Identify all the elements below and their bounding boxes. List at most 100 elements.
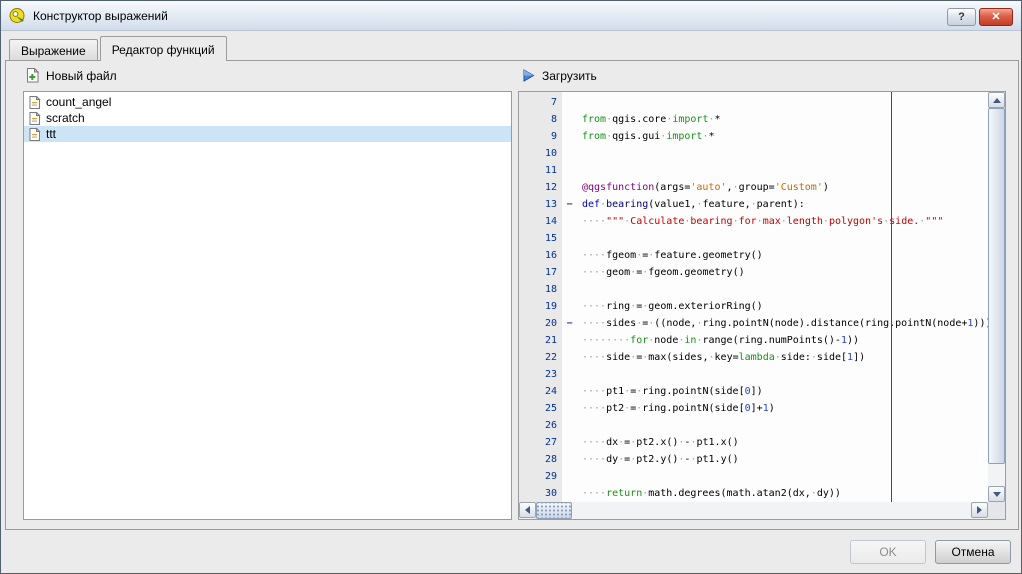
- fold-marker[interactable]: −: [562, 196, 577, 213]
- editor-line[interactable]: 21········for·node·in·range(ring.numPoin…: [519, 332, 988, 349]
- scroll-right-button[interactable]: [971, 502, 988, 518]
- file-item[interactable]: ttt: [24, 126, 511, 142]
- editor-line[interactable]: 26: [519, 417, 988, 434]
- load-button[interactable]: Загрузить: [514, 64, 604, 87]
- tab-bar: Выражение Редактор функций: [9, 36, 229, 61]
- scroll-down-button[interactable]: [988, 486, 1005, 502]
- code-text: ····"""·Calculate·bearing·for·max·length…: [577, 213, 943, 230]
- file-name: count_angel: [46, 95, 111, 109]
- fold-margin: [562, 230, 577, 247]
- line-number: 11: [519, 162, 562, 179]
- file-item[interactable]: scratch: [24, 110, 511, 126]
- fold-margin: [562, 94, 577, 111]
- title-bar[interactable]: Конструктор выражений ? ✕: [1, 1, 1021, 31]
- tab-function-editor[interactable]: Редактор функций: [100, 36, 227, 61]
- code-text: ····side·=·max(sides,·key=lambda·side:·s…: [577, 349, 865, 366]
- code-text: [577, 162, 582, 179]
- editor-line[interactable]: 28····dy·=·pt2.y()·-·pt1.y(): [519, 451, 988, 468]
- fold-marker[interactable]: −: [562, 315, 577, 332]
- editor-line[interactable]: 14····"""·Calculate·bearing·for·max·leng…: [519, 213, 988, 230]
- code-text: ····sides·=·((node,·ring.pointN(node).di…: [577, 315, 988, 332]
- code-text: ····ring·=·geom.exteriorRing(): [577, 298, 763, 315]
- editor-line[interactable]: 10: [519, 145, 988, 162]
- vertical-scroll-track[interactable]: [988, 108, 1005, 486]
- line-number: 18: [519, 281, 562, 298]
- code-text: [577, 417, 582, 434]
- fold-margin: [562, 366, 577, 383]
- editor-line[interactable]: 17····geom·=·fgeom.geometry(): [519, 264, 988, 281]
- file-icon: [28, 96, 41, 109]
- close-button[interactable]: ✕: [979, 8, 1013, 26]
- fold-margin: [562, 417, 577, 434]
- editor-line[interactable]: 25····pt2·=·ring.pointN(side[0]+1): [519, 400, 988, 417]
- help-button[interactable]: ?: [947, 8, 976, 26]
- editor-line[interactable]: 22 ····side·=·max(sides,·key=lambda·side:…: [519, 349, 988, 366]
- line-number: 7: [519, 94, 562, 111]
- fold-margin: [562, 400, 577, 417]
- editor-line[interactable]: 8from·qgis.core·import·*: [519, 111, 988, 128]
- editor-line[interactable]: 9from·qgis.gui·import·*: [519, 128, 988, 145]
- code-text: ····pt1·=·ring.pointN(side[0]): [577, 383, 763, 400]
- line-number: 8: [519, 111, 562, 128]
- code-text: [577, 281, 582, 298]
- new-file-label: Новый файл: [46, 69, 117, 83]
- code-text: ········for·node·in·range(ring.numPoints…: [577, 332, 859, 349]
- function-editor-panel: Новый файл Загрузить count_angel scratch: [5, 60, 1019, 530]
- fold-margin: [562, 298, 577, 315]
- horizontal-scrollbar[interactable]: [519, 502, 988, 519]
- editor-line[interactable]: 27····dx·=·pt2.x()·-·pt1.x(): [519, 434, 988, 451]
- line-number: 20: [519, 315, 562, 332]
- editor-line[interactable]: 24····pt1·=·ring.pointN(side[0]): [519, 383, 988, 400]
- fold-margin: [562, 434, 577, 451]
- editor-lines: 78from·qgis.core·import·*9from·qgis.gui·…: [519, 92, 988, 502]
- code-text: ····fgeom·=·feature.geometry(): [577, 247, 763, 264]
- vertical-scrollbar[interactable]: [988, 92, 1005, 502]
- scroll-left-button[interactable]: [519, 502, 536, 518]
- file-list[interactable]: count_angel scratch ttt: [23, 91, 512, 520]
- fold-margin: [562, 179, 577, 196]
- line-number: 22: [519, 349, 562, 366]
- line-number: 9: [519, 128, 562, 145]
- editor-line[interactable]: 20−····sides·=·((node,·ring.pointN(node)…: [519, 315, 988, 332]
- line-number: 29: [519, 468, 562, 485]
- file-item[interactable]: count_angel: [24, 94, 511, 110]
- window-controls: ? ✕: [947, 1, 1013, 30]
- horizontal-scroll-track[interactable]: [536, 502, 971, 519]
- line-number: 28: [519, 451, 562, 468]
- editor-line[interactable]: 16····fgeom·=·feature.geometry(): [519, 247, 988, 264]
- editor-line[interactable]: 29: [519, 468, 988, 485]
- code-editor[interactable]: 78from·qgis.core·import·*9from·qgis.gui·…: [518, 91, 1006, 520]
- vertical-scroll-thumb[interactable]: [988, 108, 1005, 464]
- line-number: 30: [519, 485, 562, 502]
- arrow-up-icon: [993, 98, 1001, 103]
- code-text: @qgsfunction(args='auto',·group='Custom'…: [577, 179, 829, 196]
- tab-expression[interactable]: Выражение: [9, 39, 98, 60]
- code-text: [577, 366, 582, 383]
- line-number: 12: [519, 179, 562, 196]
- file-name: ttt: [46, 127, 56, 141]
- code-text: ····return·math.degrees(math.atan2(dx,·d…: [577, 485, 841, 502]
- fold-margin: [562, 468, 577, 485]
- load-label: Загрузить: [542, 69, 597, 83]
- editor-line[interactable]: 13−def·bearing(value1,·feature,·parent):: [519, 196, 988, 213]
- editor-line[interactable]: 15: [519, 230, 988, 247]
- line-number: 15: [519, 230, 562, 247]
- editor-line[interactable]: 23: [519, 366, 988, 383]
- line-number: 27: [519, 434, 562, 451]
- cancel-button[interactable]: Отмена: [935, 540, 1011, 564]
- new-file-button[interactable]: Новый файл: [18, 64, 124, 87]
- editor-line[interactable]: 18: [519, 281, 988, 298]
- editor-line[interactable]: 12 @qgsfunction(args='auto',·group='Custo…: [519, 179, 988, 196]
- horizontal-scroll-thumb[interactable]: [536, 502, 572, 519]
- editor-line[interactable]: 7: [519, 94, 988, 111]
- scroll-up-button[interactable]: [988, 92, 1005, 108]
- code-text: [577, 145, 582, 162]
- ok-button[interactable]: OK: [850, 540, 926, 564]
- editor-line[interactable]: 11: [519, 162, 988, 179]
- code-text: [577, 94, 582, 111]
- editor-line[interactable]: 19····ring·=·geom.exteriorRing(): [519, 298, 988, 315]
- fold-margin: [562, 451, 577, 468]
- fold-margin: [562, 162, 577, 179]
- editor-line[interactable]: 30 ····return·math.degrees(math.atan2(dx,…: [519, 485, 988, 502]
- new-file-icon: [25, 68, 40, 83]
